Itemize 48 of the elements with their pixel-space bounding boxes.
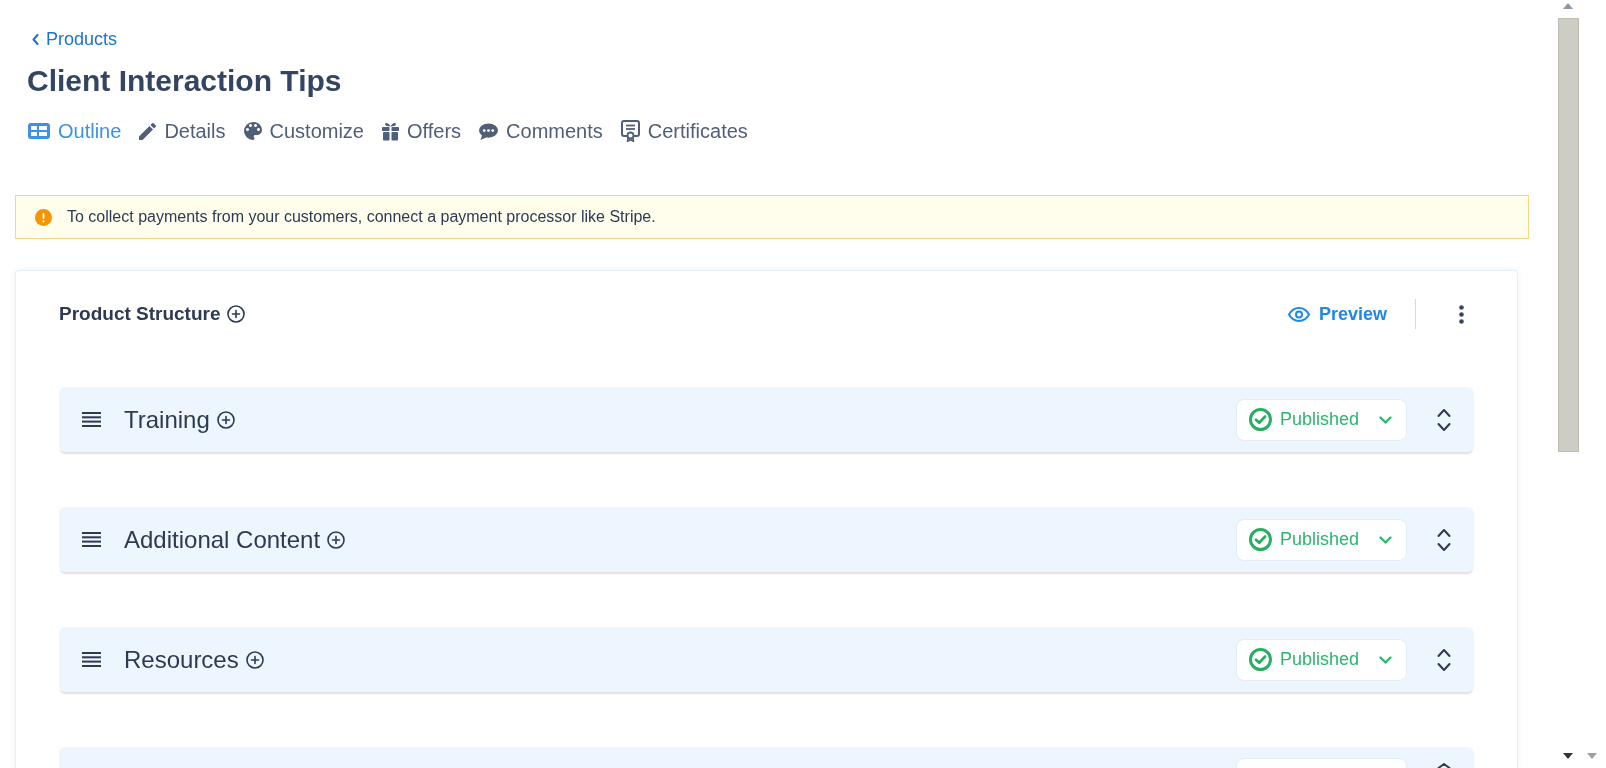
section-title: Training — [124, 404, 210, 435]
chevron-down-icon — [1379, 535, 1392, 544]
add-circle-icon[interactable] — [327, 530, 346, 549]
chevron-up-icon[interactable] — [1437, 763, 1451, 768]
add-circle-icon[interactable] — [226, 305, 245, 323]
hamburger-icon[interactable] — [82, 412, 101, 427]
pencil-icon — [139, 122, 157, 140]
gift-icon — [382, 121, 399, 141]
tab[interactable]: Customize — [243, 117, 364, 145]
chevron-up-down-icon[interactable] — [1437, 407, 1451, 432]
check-circle-icon — [1249, 648, 1272, 671]
table-icon — [28, 123, 50, 139]
alert-message: To collect payments from your customers, connect a payment processor like Stripe. — [67, 207, 656, 227]
status-dropdown[interactable]: Published — [1236, 638, 1407, 681]
section-title: Additional Content — [124, 524, 321, 555]
scroll-down-arrow-icon[interactable] — [1563, 753, 1573, 759]
tab[interactable]: Certificates — [620, 117, 748, 145]
check-circle-icon — [1249, 528, 1272, 551]
tab[interactable]: Outline — [28, 117, 122, 145]
page-title: Client Interaction Tips — [27, 63, 342, 99]
scrollbar-thumb[interactable] — [1558, 18, 1579, 452]
more-options-icon — [1459, 304, 1464, 324]
chat-bubble-icon — [479, 122, 499, 140]
back-link[interactable]: Products — [27, 27, 118, 51]
scroll-arrow-icon[interactable] — [1587, 753, 1597, 759]
hamburger-icon[interactable] — [82, 532, 101, 547]
palette-icon — [243, 122, 262, 140]
chevron-up-down-icon[interactable] — [1437, 527, 1451, 552]
scroll-up-arrow-icon[interactable] — [1563, 3, 1573, 9]
preview-button[interactable]: Preview — [1287, 300, 1387, 328]
section-title: Resources — [124, 644, 239, 675]
add-circle-icon[interactable] — [245, 650, 264, 669]
add-circle-icon[interactable] — [216, 410, 235, 429]
chevron-left-icon — [32, 33, 39, 45]
tab[interactable]: Offers — [382, 117, 462, 145]
section-heading: Product Structure — [59, 301, 221, 326]
check-circle-icon — [1249, 408, 1272, 431]
status-dropdown[interactable]: Published — [1236, 398, 1407, 441]
warning-icon — [35, 208, 52, 226]
chevron-up-down-icon[interactable] — [1437, 647, 1451, 672]
tab[interactable]: Details — [139, 117, 226, 145]
eye-icon — [1287, 306, 1310, 322]
hamburger-icon[interactable] — [82, 652, 101, 667]
status-dropdown[interactable]: Published — [1236, 518, 1407, 561]
tab[interactable]: Comments — [479, 117, 603, 145]
chevron-down-icon — [1379, 415, 1392, 424]
certificate-icon — [620, 120, 640, 142]
chevron-down-icon — [1379, 655, 1392, 664]
